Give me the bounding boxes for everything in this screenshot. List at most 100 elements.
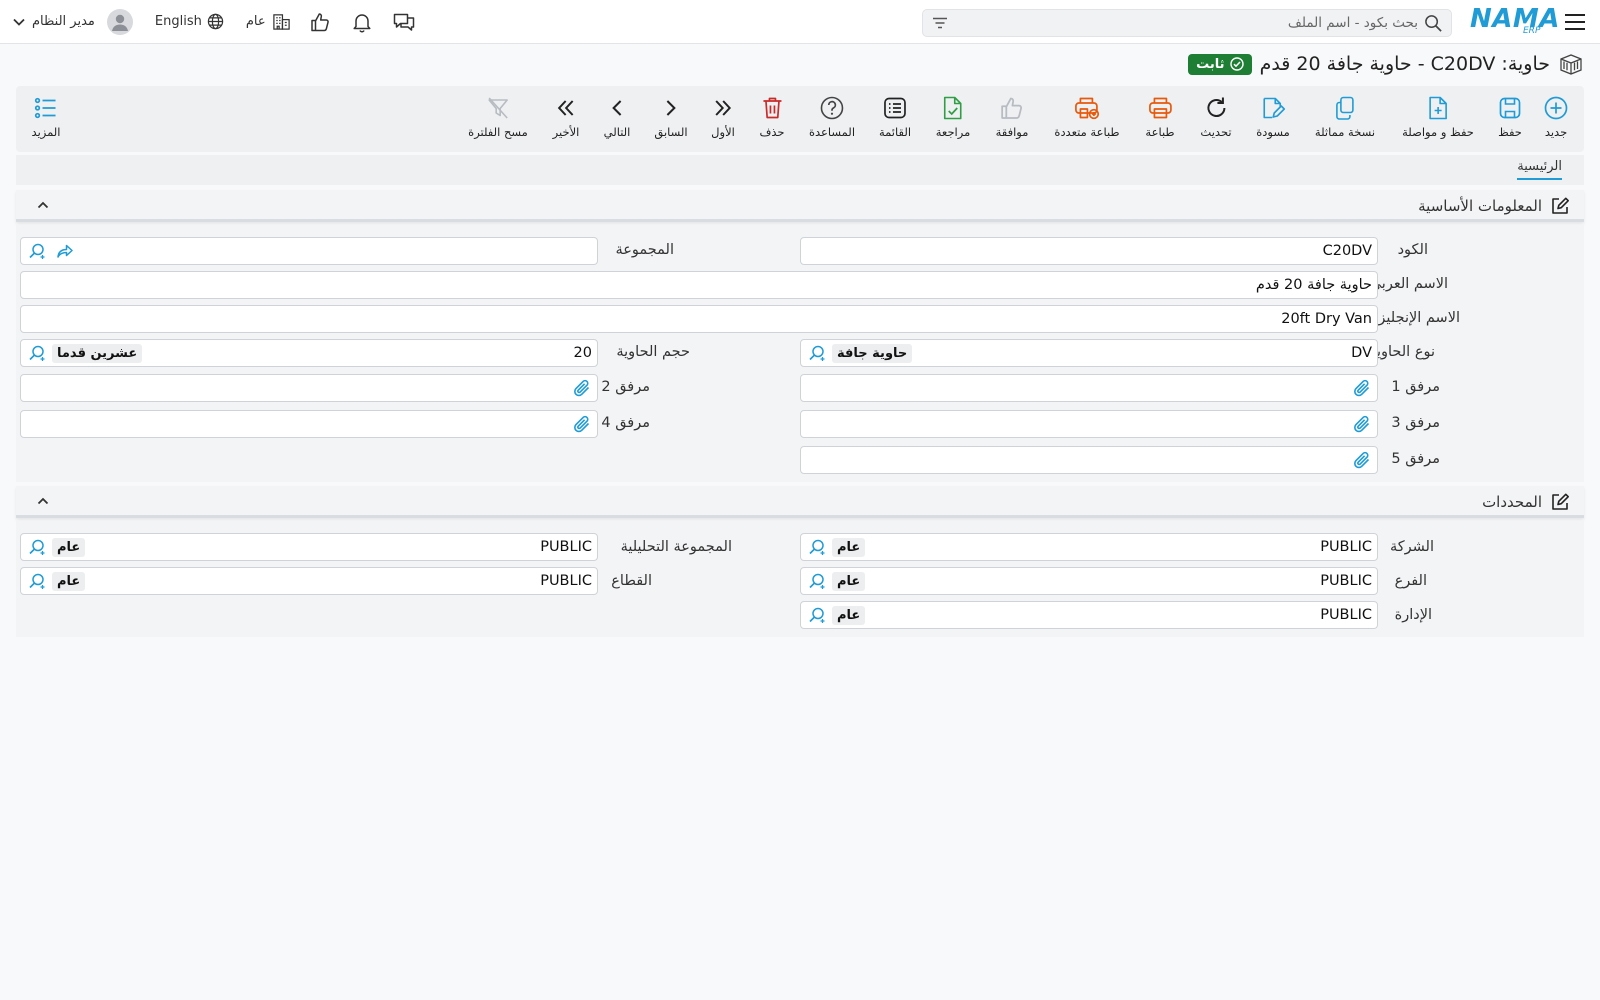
filter-button[interactable] bbox=[931, 14, 949, 32]
last-button[interactable]: الأخير bbox=[552, 94, 580, 146]
first-button[interactable]: الأول bbox=[711, 94, 735, 146]
duplicate-button[interactable]: نسخة مماثلة bbox=[1315, 94, 1375, 146]
save-continue-button[interactable]: حفظ و مواصلة bbox=[1402, 94, 1474, 146]
new-button[interactable]: جديد bbox=[1543, 94, 1569, 146]
help-label: المساعدة bbox=[808, 125, 856, 139]
paperclip-icon[interactable] bbox=[1352, 450, 1372, 470]
approve-label: موافقة bbox=[995, 125, 1029, 139]
save-button[interactable]: حفظ bbox=[1497, 94, 1523, 146]
department-field[interactable]: PUBLIC عام bbox=[800, 601, 1378, 629]
section-dimensions-title: المحددات bbox=[1482, 493, 1542, 511]
previous-button[interactable]: السابق bbox=[654, 94, 688, 146]
multi-printer-icon bbox=[1074, 97, 1099, 120]
thumbs-up-icon bbox=[1001, 97, 1023, 119]
section-basic-header[interactable]: المعلومات الأساسية bbox=[16, 190, 1584, 222]
company-selector[interactable]: عام bbox=[246, 12, 291, 31]
logo-sub: ERP bbox=[1523, 26, 1541, 36]
sector-label: القطاع bbox=[611, 573, 652, 589]
help-circle-icon bbox=[820, 96, 844, 120]
paperclip-icon[interactable] bbox=[1352, 378, 1372, 398]
top-bar: مدير النظام English عام NAMA bbox=[0, 0, 1600, 44]
review-button[interactable]: مراجعة bbox=[936, 94, 970, 146]
container-size-code: 20 bbox=[573, 345, 592, 361]
paperclip-icon[interactable] bbox=[572, 414, 592, 434]
notifications-button[interactable] bbox=[349, 9, 375, 35]
messages-button[interactable] bbox=[391, 9, 417, 35]
company-field-label: الشركة bbox=[1389, 539, 1434, 555]
building-icon bbox=[272, 14, 290, 30]
branch-code: PUBLIC bbox=[1320, 573, 1372, 589]
like-button[interactable] bbox=[307, 9, 333, 35]
print-label: طباعة bbox=[1145, 125, 1175, 139]
approve-button[interactable]: موافقة bbox=[995, 94, 1029, 146]
container-icon bbox=[1560, 54, 1582, 75]
sector-field[interactable]: PUBLIC عام bbox=[20, 567, 598, 595]
clear-filter-button[interactable]: مسح الفلترة bbox=[468, 94, 528, 146]
search-lookup-icon[interactable] bbox=[28, 344, 46, 362]
help-button[interactable]: المساعدة bbox=[809, 94, 855, 146]
paperclip-icon[interactable] bbox=[572, 378, 592, 398]
code-label: الكود bbox=[1397, 242, 1428, 258]
refresh-button[interactable]: تحديث bbox=[1200, 94, 1232, 146]
attachment3-field[interactable] bbox=[800, 410, 1378, 438]
check-circle-icon bbox=[1229, 57, 1244, 71]
search-lookup-icon[interactable] bbox=[808, 606, 826, 624]
analytic-group-label: المجموعة التحليلية bbox=[620, 539, 732, 555]
search-lookup-icon[interactable] bbox=[28, 242, 46, 260]
analytic-group-field[interactable]: PUBLIC عام bbox=[20, 533, 598, 561]
chevron-up-icon[interactable] bbox=[36, 198, 50, 212]
clear-filter-label: مسح الفلترة bbox=[468, 125, 528, 139]
duplicate-label: نسخة مماثلة bbox=[1314, 125, 1376, 139]
avatar bbox=[106, 8, 133, 35]
draft-label: مسودة bbox=[1256, 125, 1290, 139]
next-button[interactable]: التالي bbox=[603, 94, 631, 146]
last-label: الأخير bbox=[552, 125, 580, 139]
language-switch[interactable]: English bbox=[155, 13, 224, 30]
arabic-name-value: حاوية جافة 20 قدم bbox=[1255, 277, 1372, 293]
list-icon bbox=[884, 97, 906, 119]
list-button[interactable]: القائمة bbox=[879, 94, 911, 146]
attachment4-field[interactable] bbox=[20, 410, 598, 438]
section-dimensions-header[interactable]: المحددات bbox=[16, 486, 1584, 518]
group-label: المجموعة bbox=[615, 242, 675, 258]
company-field[interactable]: PUBLIC عام bbox=[800, 533, 1378, 561]
delete-button[interactable]: حذف bbox=[759, 94, 785, 146]
chevron-up-icon[interactable] bbox=[36, 494, 50, 508]
search-lookup-icon[interactable] bbox=[808, 538, 826, 556]
print-button[interactable]: طباعة bbox=[1145, 94, 1175, 146]
container-type-field[interactable]: DV حاوية جافة bbox=[800, 339, 1378, 367]
draft-button[interactable]: مسودة bbox=[1256, 94, 1290, 146]
search-lookup-icon[interactable] bbox=[808, 344, 826, 362]
user-menu[interactable]: مدير النظام bbox=[12, 8, 133, 35]
search-lookup-icon[interactable] bbox=[28, 572, 46, 590]
share-icon[interactable] bbox=[56, 243, 74, 259]
tab-main[interactable]: الرئيسية bbox=[1517, 159, 1562, 180]
more-button[interactable]: المزيد bbox=[32, 94, 60, 146]
attachment2-field[interactable] bbox=[20, 374, 598, 402]
search-lookup-icon[interactable] bbox=[28, 538, 46, 556]
next-label: التالي bbox=[603, 125, 631, 139]
attachment4-label: مرفق 4 bbox=[601, 415, 650, 431]
section-basic-title: المعلومات الأساسية bbox=[1418, 197, 1542, 215]
paperclip-icon[interactable] bbox=[1352, 414, 1372, 434]
attachment1-field[interactable] bbox=[800, 374, 1378, 402]
edit-draft-icon bbox=[1263, 97, 1285, 119]
search-lookup-icon[interactable] bbox=[808, 572, 826, 590]
chat-icon bbox=[393, 13, 414, 31]
file-check-icon bbox=[944, 96, 962, 120]
code-field[interactable]: C20DV bbox=[800, 237, 1378, 265]
branch-field[interactable]: PUBLIC عام bbox=[800, 567, 1378, 595]
globe-icon bbox=[207, 13, 224, 30]
english-name-field[interactable]: 20ft Dry Van bbox=[20, 305, 1378, 333]
main-menu-button[interactable] bbox=[1564, 12, 1586, 32]
container-size-field[interactable]: 20 عشرين قدما bbox=[20, 339, 598, 367]
container-type-name: حاوية جافة bbox=[832, 343, 913, 363]
logo[interactable]: NAMA ERP bbox=[1470, 4, 1559, 40]
attachment5-field[interactable] bbox=[800, 446, 1378, 474]
arabic-name-field[interactable]: حاوية جافة 20 قدم bbox=[20, 271, 1378, 299]
group-field[interactable] bbox=[20, 237, 598, 265]
file-plus-icon bbox=[1429, 96, 1447, 120]
company-code: PUBLIC bbox=[1320, 539, 1372, 555]
multi-print-button[interactable]: طباعة متعددة bbox=[1054, 94, 1120, 146]
search-input[interactable] bbox=[949, 15, 1424, 31]
